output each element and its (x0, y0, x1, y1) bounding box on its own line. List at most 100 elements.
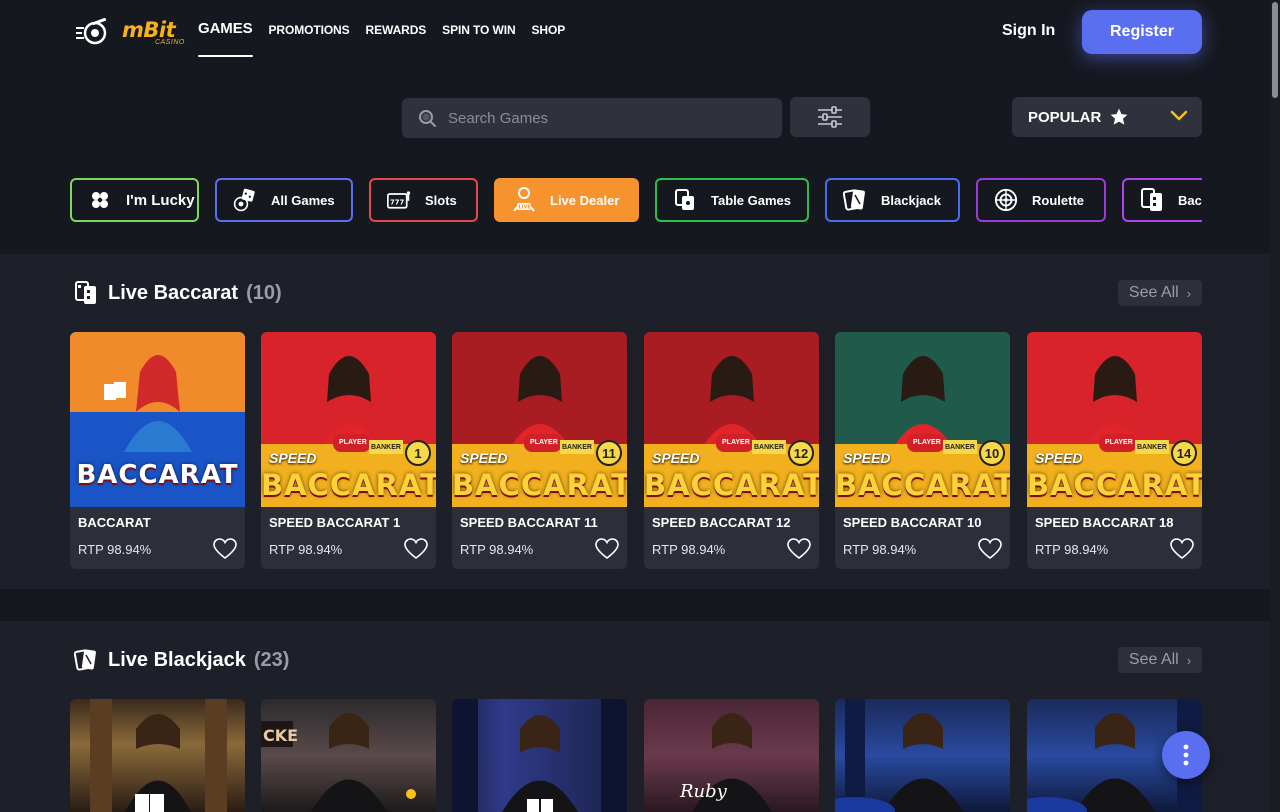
blackjack-game-thumbnail[interactable] (835, 699, 1010, 812)
game-title: SPEED BACCARAT 12 (652, 515, 791, 530)
baccarat-cards-icon (75, 281, 96, 304)
chip-slots[interactable]: 777 Slots (369, 178, 478, 222)
see-all-button[interactable]: See All › (1118, 280, 1202, 306)
player-label: PLAYER (1105, 439, 1133, 446)
see-all-label: See All (1128, 651, 1179, 668)
sort-label: POPULAR (1028, 108, 1102, 126)
favorite-heart-icon[interactable] (787, 538, 811, 560)
search-icon (419, 110, 436, 127)
game-rtp: RTP 98.94% (269, 542, 343, 557)
blackjack-game-thumbnail[interactable] (452, 699, 627, 812)
svg-text:LIVE: LIVE (519, 205, 532, 211)
chip-label: Bac (1178, 192, 1202, 208)
table-games-icon (673, 188, 697, 212)
nav-spin-to-win[interactable]: SPIN TO WIN (442, 23, 515, 37)
game-card[interactable]: BACCARAT SPEED PLAYER BANKER 14 SPEED BACCARA… (1027, 332, 1202, 569)
baccarat-cards-icon (1140, 188, 1164, 212)
game-card[interactable]: BACCARAT SPEED PLAYER BANKER 10 SPEED BACCARA… (835, 332, 1010, 569)
favorite-heart-icon[interactable] (978, 538, 1002, 560)
chip-label: Live Dealer (550, 192, 620, 208)
search-bar[interactable] (402, 98, 782, 138)
see-all-button[interactable]: See All › (1118, 647, 1202, 673)
section-title: Live Blackjack (108, 648, 246, 671)
chevron-right-icon: › (1186, 652, 1192, 668)
star-icon (1111, 108, 1128, 125)
nav-games[interactable]: GAMES (198, 20, 253, 57)
game-logo-text: BACCARAT (835, 468, 1010, 502)
chip-im-lucky[interactable]: I'm Lucky (70, 178, 199, 222)
banker-label: BANKER (562, 444, 592, 451)
chip-label: I'm Lucky (126, 191, 195, 209)
nav-rewards[interactable]: REWARDS (366, 23, 427, 37)
top-navigation-bar: mBit CASINO GAMES PROMOTIONS REWARDS SPI… (0, 0, 1280, 66)
game-card[interactable]: BACCARAT SPEED PLAYER BANKER 1 SPEED BACCARAT… (261, 332, 436, 569)
scrollbar-thumb[interactable] (1272, 2, 1278, 98)
sort-dropdown[interactable]: POPULAR (1012, 97, 1202, 137)
game-thumbnail[interactable]: BACCARAT SPEED PLAYER BANKER 12 (644, 332, 819, 507)
banker-label: BANKER (371, 444, 401, 451)
search-input[interactable] (448, 109, 748, 127)
game-thumbnail[interactable]: BACCARAT (70, 332, 245, 507)
blackjack-game-thumbnail[interactable] (70, 699, 245, 812)
section-header: Live Baccarat (10) (74, 280, 282, 306)
nav-shop[interactable]: SHOP (532, 23, 566, 37)
mbit-logo-icon[interactable] (76, 18, 108, 46)
nav-promotions[interactable]: PROMOTIONS (269, 23, 350, 37)
blackjack-game-thumbnail[interactable]: CKE (261, 699, 436, 812)
clover-icon (88, 188, 112, 212)
chip-label: Slots (425, 192, 457, 208)
game-rtp: RTP 98.94% (1035, 542, 1109, 557)
game-thumbnail[interactable]: BACCARAT SPEED PLAYER BANKER 1 (261, 332, 436, 507)
chip-live-dealer[interactable]: LIVE Live Dealer (494, 178, 639, 222)
playing-cards-icon (74, 649, 96, 671)
more-options-button[interactable] (1162, 731, 1210, 779)
favorite-heart-icon[interactable] (595, 538, 619, 560)
game-title: BACCARAT (78, 515, 151, 530)
svg-text:777: 777 (390, 198, 405, 206)
game-logo-text: BACCARAT (261, 468, 436, 502)
page-scrollbar[interactable] (1270, 0, 1280, 812)
blackjack-game-thumbnail[interactable]: Ruby (644, 699, 819, 812)
speed-label: SPEED (460, 450, 508, 466)
game-thumbnail[interactable]: BACCARAT SPEED PLAYER BANKER 11 (452, 332, 627, 507)
favorite-heart-icon[interactable] (1170, 538, 1194, 560)
game-logo-text: BACCARAT (1027, 468, 1202, 502)
section-count: (10) (246, 281, 282, 304)
game-logo-text: BACCARAT (644, 468, 819, 502)
game-title: SPEED BACCARAT 10 (843, 515, 982, 530)
svg-text:CKE: CKE (263, 726, 298, 745)
game-logo-text: BACCARAT (76, 460, 239, 490)
main-nav: GAMES PROMOTIONS REWARDS SPIN TO WIN SHO… (198, 20, 581, 57)
game-card[interactable]: BACCARAT BACCARAT RTP 98.94% (70, 332, 245, 569)
dice-icon (233, 188, 257, 212)
chip-blackjack[interactable]: Blackjack (825, 178, 960, 222)
banker-label: BANKER (1137, 444, 1167, 451)
game-rtp: RTP 98.94% (652, 542, 726, 557)
favorite-heart-icon[interactable] (404, 538, 428, 560)
chip-baccarat[interactable]: Bac (1122, 178, 1202, 222)
speed-label: SPEED (652, 450, 700, 466)
game-card[interactable]: BACCARAT SPEED PLAYER BANKER 12 SPEED BACCARA… (644, 332, 819, 569)
sign-in-link[interactable]: Sign In (1002, 22, 1055, 40)
chip-label: All Games (271, 192, 335, 208)
register-button[interactable]: Register (1082, 10, 1202, 54)
table-number-badge: 10 (979, 440, 1005, 466)
chip-all-games[interactable]: All Games (215, 178, 353, 222)
slot-machine-icon: 777 (387, 188, 411, 212)
player-label: PLAYER (530, 439, 558, 446)
game-title: SPEED BACCARAT 11 (460, 515, 598, 530)
game-thumbnail[interactable]: BACCARAT SPEED PLAYER BANKER 10 (835, 332, 1010, 507)
chip-table-games[interactable]: Table Games (655, 178, 809, 222)
speed-label: SPEED (1035, 450, 1083, 466)
game-card[interactable]: BACCARAT SPEED PLAYER BANKER 11 SPEED BACCARA… (452, 332, 627, 569)
filter-button[interactable] (790, 97, 870, 137)
section-count: (23) (253, 648, 290, 671)
table-number-badge: 14 (1171, 440, 1197, 466)
game-thumbnail[interactable]: BACCARAT SPEED PLAYER BANKER 14 (1027, 332, 1202, 507)
chip-label: Roulette (1032, 192, 1084, 208)
table-number-badge: 12 (788, 440, 814, 466)
chip-roulette[interactable]: Roulette (976, 178, 1106, 222)
see-all-label: See All (1128, 284, 1179, 301)
favorite-heart-icon[interactable] (213, 538, 237, 560)
game-rtp: RTP 98.94% (843, 542, 917, 557)
